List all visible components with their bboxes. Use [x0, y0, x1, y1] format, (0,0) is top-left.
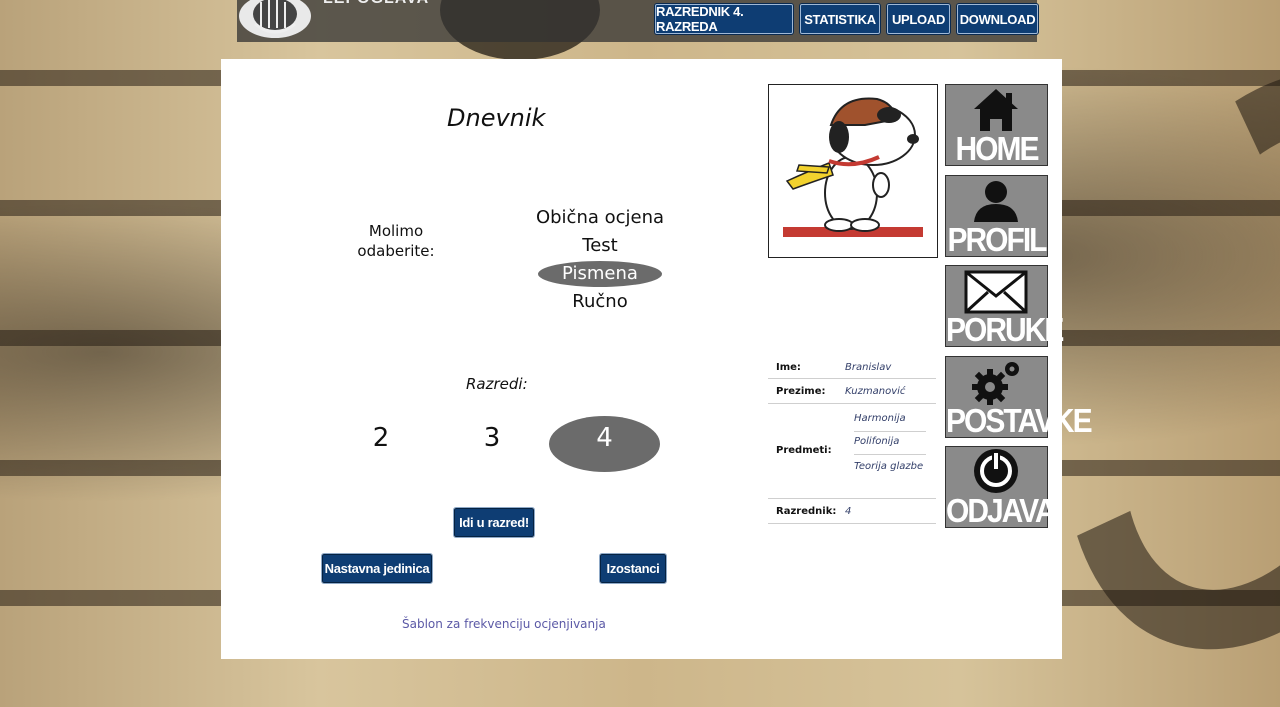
subject-item: Polifonija	[854, 436, 926, 455]
profile-row-name: Ime: Branislav	[768, 356, 936, 379]
class-teacher-value: 4	[845, 506, 852, 517]
profile-row-class-teacher: Razrednik: 4	[768, 499, 936, 524]
name-label: Ime:	[776, 362, 801, 373]
logout-button[interactable]: ODJAVA	[945, 446, 1057, 530]
header-bar: LEPOGLAVA RAZREDNIK 4. RAZREDA STATISTIK…	[237, 0, 1038, 42]
home-button[interactable]: HOME	[945, 84, 1048, 168]
profile-row-surname: Prezime: Kuzmanović	[768, 379, 936, 404]
logo-text: LEPOGLAVA	[323, 0, 429, 8]
nav-download-button[interactable]: DOWNLOAD	[957, 4, 1038, 34]
profile-label: PROFIL	[947, 222, 1048, 259]
option-obicna-ocjena[interactable]: Obična ocjena	[530, 205, 670, 231]
home-label: HOME	[955, 131, 1040, 168]
surname-value: Kuzmanović	[845, 386, 906, 397]
profile-row-subjects: Predmeti: Harmonija Polifonija Teorija g…	[768, 404, 936, 499]
subject-item: Harmonija	[854, 413, 926, 432]
subject-item: Teorija glazbe	[854, 461, 924, 472]
class-teacher-label: Razrednik:	[776, 506, 837, 517]
subjects-label: Predmeti:	[776, 445, 832, 456]
nav-razrednik-button[interactable]: RAZREDNIK 4. RAZREDA	[655, 4, 793, 34]
surname-label: Prezime:	[776, 386, 826, 397]
grade-2[interactable]: 2	[366, 423, 396, 453]
name-value: Branislav	[845, 362, 892, 373]
option-pismena-selected[interactable]: Pismena	[538, 261, 662, 287]
messages-button[interactable]: PORUKE	[945, 265, 1064, 349]
go-to-class-button[interactable]: Idi u razred!	[453, 507, 535, 538]
page-title: Dnevnik	[447, 104, 546, 132]
nav-upload-button[interactable]: UPLOAD	[887, 4, 950, 34]
select-prompt: Molimo odaberite:	[357, 222, 435, 260]
grading-template-link[interactable]: Šablon za frekvenciju ocjenjivanja	[402, 617, 606, 631]
nav-statistika-button[interactable]: STATISTIKA	[800, 4, 880, 34]
profile-button[interactable]: PROFIL	[945, 175, 1048, 259]
settings-label: POSTAVKE	[946, 403, 1093, 440]
logo	[237, 0, 313, 40]
option-rucno[interactable]: Ručno	[530, 289, 670, 315]
absences-button[interactable]: Izostanci	[599, 553, 667, 584]
lesson-unit-button[interactable]: Nastavna jedinica	[321, 553, 433, 584]
grades-label: Razredi:	[466, 375, 528, 393]
logout-label: ODJAVA	[946, 493, 1057, 530]
avatar	[768, 84, 938, 258]
option-test[interactable]: Test	[530, 233, 670, 259]
grade-3[interactable]: 3	[477, 423, 507, 453]
settings-button[interactable]: POSTAVKE	[945, 356, 1093, 440]
grade-4-selected[interactable]: 4	[549, 416, 660, 472]
messages-label: PORUKE	[946, 312, 1064, 349]
